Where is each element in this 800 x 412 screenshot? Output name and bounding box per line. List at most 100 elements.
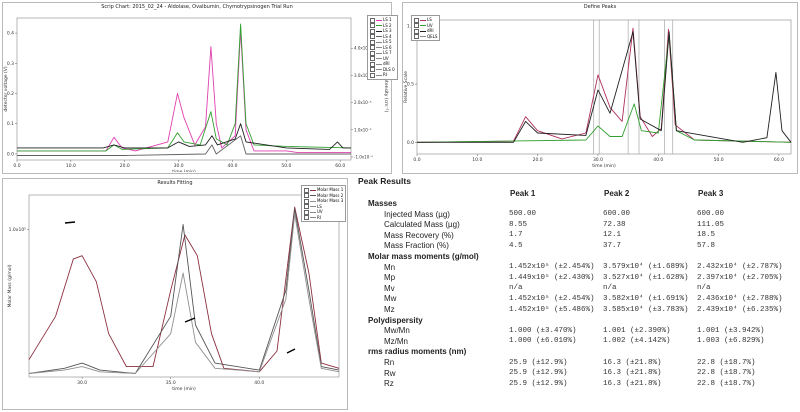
result-value: 72.38: [603, 220, 626, 229]
legend-swatch: [420, 30, 426, 32]
result-row-label: Mp: [384, 273, 396, 283]
result-value: 2.432x10⁴ (±2.787%): [697, 263, 783, 272]
legend-checkbox[interactable]: [370, 61, 375, 67]
legend-checkbox[interactable]: [370, 17, 375, 23]
legend-label: dRI: [427, 28, 434, 33]
series-line-3: [417, 31, 792, 143]
result-value: 57.8: [697, 241, 716, 250]
legend-checkbox[interactable]: [370, 50, 375, 56]
series-line-2: [17, 23, 352, 152]
scrip-chart-legend[interactable]: LS 1 LS 2 LS 3 LS 4 LS 5 LS 6 LS 7 UV dRI DLS 0 RI: [367, 15, 398, 80]
result-row-label: Mz: [384, 305, 395, 314]
legend-label: RI: [383, 72, 387, 77]
result-row-label: Mv: [384, 283, 395, 293]
y-axis-label: Relative Scale: [403, 71, 409, 103]
legend-label: LS: [317, 203, 322, 209]
result-row-label: Mn: [384, 262, 396, 272]
legend-label: LS 4: [383, 33, 392, 39]
result-value: 8.55: [509, 220, 528, 229]
legend-checkbox[interactable]: [370, 72, 375, 78]
result-value: 500.00: [509, 210, 537, 219]
result-row-label: Rn: [384, 358, 395, 367]
legend-entry[interactable]: Molar Mass 3: [304, 198, 343, 204]
x-tick-label: 40.0: [227, 163, 237, 169]
y-right-tick-label: 1.0x10⁻⁵: [354, 127, 372, 132]
results-fitting-panel: Results Fitting 30.0 35.0 40.0 1.0x10⁵ time …: [2, 178, 348, 410]
legend-label: RI: [317, 214, 321, 220]
result-row-label: Rz: [384, 379, 394, 389]
peak-results-title: Peak Results: [358, 176, 411, 186]
legend-checkbox[interactable]: [304, 187, 309, 193]
result-value: 12.1: [603, 231, 622, 240]
result-value: 22.8 (±18.7%): [697, 379, 756, 388]
result-value: n/a: [697, 284, 711, 293]
molar-mass-fit-segment: [64, 221, 76, 224]
legend-swatch: [376, 19, 382, 21]
result-value: 1.001 (±2.390%): [603, 326, 671, 335]
series-line-3: [17, 123, 351, 150]
result-value: n/a: [603, 284, 617, 293]
legend-checkbox[interactable]: [414, 17, 419, 23]
result-value: 16.3 (±21.8%): [603, 379, 662, 388]
result-value: 1.002 (±4.142%): [603, 337, 671, 346]
x-axis-label: time (min): [172, 386, 196, 392]
result-value: 3.579x10⁴ (±1.689%): [603, 263, 689, 272]
legend-swatch: [376, 25, 382, 26]
legend-checkbox[interactable]: [304, 198, 309, 204]
x-axis-label: time (min): [172, 169, 196, 172]
legend-label: LS 7: [383, 50, 392, 55]
result-value: 600.00: [697, 210, 725, 219]
legend-label: UV: [427, 22, 433, 28]
y-axis-label: Molar Mass (g/mol): [7, 264, 13, 307]
legend-checkbox[interactable]: [370, 28, 375, 34]
y-tick-label: 0.0: [7, 151, 14, 157]
x-tick-label: 50.0: [714, 157, 724, 163]
define-peaks-plot: 0.010.020.030.040.050.060.00.00.51.0time…: [403, 19, 792, 169]
result-value: 2.436x10⁴ (±2.788%): [697, 294, 783, 303]
legend-label: LS 5: [383, 39, 392, 44]
legend-label: LS 2: [383, 22, 392, 28]
series-line-1: [416, 27, 792, 143]
result-value: 1.000 (±3.470%): [509, 326, 577, 335]
legend-swatch: [310, 211, 316, 213]
result-value: 16.3 (±21.8%): [603, 369, 662, 378]
legend-checkbox[interactable]: [304, 215, 309, 220]
results-fitting-legend[interactable]: Molar Mass 1 Molar Mass 2 Molar Mass 3 LS UV…: [301, 185, 347, 222]
y-right-tick-label: 2.0x10⁻⁵: [354, 100, 372, 105]
results-section-heading: Molar mass moments (g/mol): [368, 252, 479, 261]
x-tick-label: 35.0: [166, 380, 176, 386]
define-peaks-legend[interactable]: LS UV dRI QELS: [411, 15, 441, 41]
result-value: 1.003 (±6.829%): [697, 337, 765, 346]
legend-swatch: [376, 58, 382, 59]
legend-swatch: [376, 47, 382, 48]
result-value: 3.527x10⁴ (±1.628%): [603, 273, 689, 282]
legend-swatch: [310, 200, 316, 202]
legend-swatch: [376, 52, 382, 54]
legend-checkbox[interactable]: [304, 209, 309, 215]
molar-mass-fit-segment: [286, 348, 296, 354]
scrip-chart-title: Scrip Chart: 2015_02_24 - Aldolase, Oval…: [101, 4, 293, 10]
x-tick-label: 20.0: [533, 157, 543, 163]
legend-entry[interactable]: RI: [304, 214, 343, 220]
legend-swatch: [310, 217, 316, 218]
legend-swatch: [376, 41, 382, 43]
legend-swatch: [420, 19, 426, 21]
legend-label: UV: [317, 209, 323, 214]
result-value: 2.397x10⁴ (±2.705%): [697, 273, 783, 282]
molar-mass-fit-segment: [184, 317, 196, 323]
results-fitting-title: Results Fitting: [157, 180, 193, 186]
result-value: 2.439x10⁴ (±6.235%): [697, 305, 783, 314]
y-tick-label: 0.4: [7, 31, 14, 37]
plot-area-frame: [16, 17, 352, 161]
result-row-label: Mw: [384, 294, 397, 304]
legend-checkbox[interactable]: [414, 34, 419, 39]
legend-checkbox[interactable]: [414, 28, 419, 34]
legend-entry[interactable]: RI: [370, 72, 395, 78]
legend-entry[interactable]: QELS: [414, 34, 437, 39]
series-line-2: [416, 33, 792, 143]
result-value: 22.8 (±18.7%): [697, 358, 756, 367]
x-tick-label: 60.0: [335, 163, 345, 169]
legend-checkbox[interactable]: [370, 39, 375, 45]
x-tick-label: 40.0: [653, 157, 663, 163]
legend-label: DLS 0: [383, 66, 395, 72]
